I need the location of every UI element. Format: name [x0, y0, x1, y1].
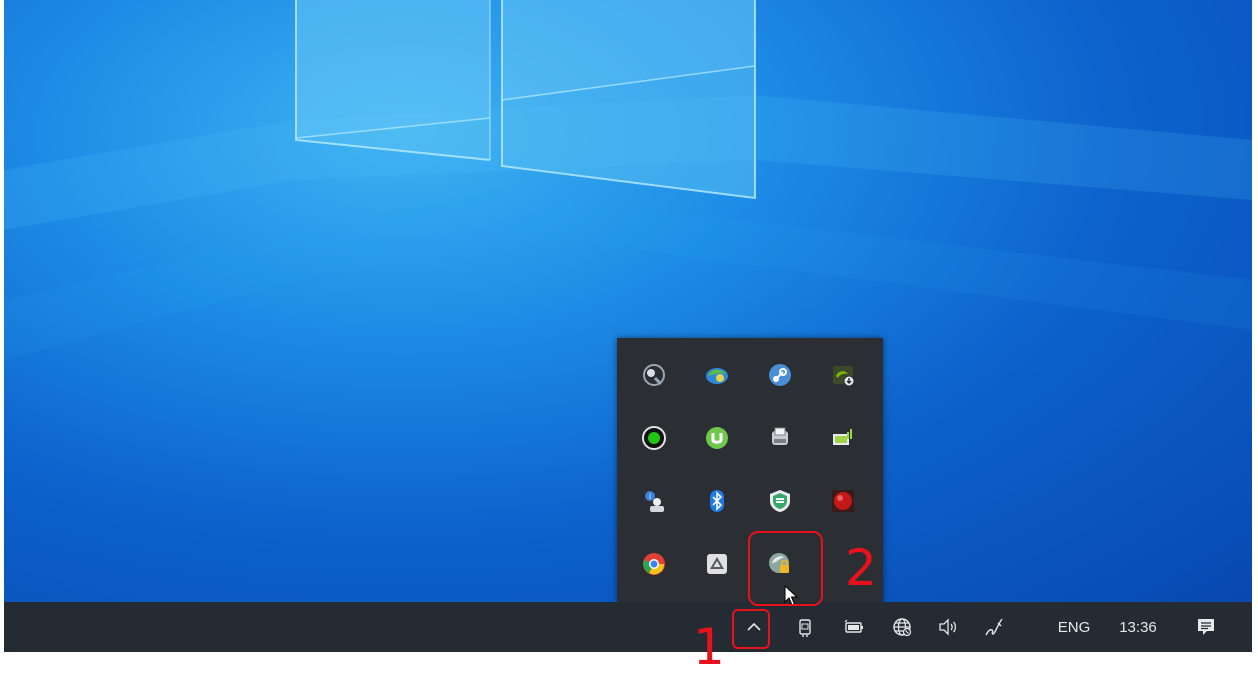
volume-button[interactable] [930, 602, 966, 652]
google-drive-tray-icon[interactable] [692, 539, 742, 589]
tablet-mode-icon [799, 619, 811, 637]
taskbar: ENG 13:36 [4, 602, 1252, 652]
network-globe-icon [893, 618, 912, 637]
annotation-label-2: 2 [845, 539, 877, 597]
network-button[interactable] [884, 602, 920, 652]
svg-text:i: i [649, 492, 651, 501]
utorrent-tray-icon[interactable] [692, 413, 742, 463]
battery-icon [844, 619, 863, 633]
annotation-label-1: 1 [693, 618, 725, 676]
nvidia-tray-icon[interactable] [818, 350, 868, 400]
chrome-tray-icon[interactable] [629, 539, 679, 589]
input-language-button[interactable]: ENG [1048, 602, 1100, 652]
green-circle-tray-icon[interactable] [629, 413, 679, 463]
notification-center-icon [1198, 619, 1214, 635]
bluetooth-tray-icon[interactable] [692, 476, 742, 526]
display-tray-icon[interactable] [818, 413, 868, 463]
speaker-tray-icon[interactable] [629, 350, 679, 400]
tablet-mode-button[interactable] [788, 602, 822, 652]
action-center-button[interactable] [1188, 602, 1224, 652]
volume-icon [939, 618, 957, 636]
security-shield-tray-icon[interactable] [755, 476, 805, 526]
annotation-box-1 [732, 609, 770, 649]
red-app-tray-icon[interactable] [818, 476, 868, 526]
clock-time: 13:36 [1119, 618, 1157, 636]
printer-tray-icon[interactable] [755, 413, 805, 463]
battery-button[interactable] [836, 602, 872, 652]
network-globe-tray-icon[interactable] [692, 350, 742, 400]
pen-icon [985, 618, 1003, 636]
clock-button[interactable]: 13:36 [1108, 602, 1168, 652]
info-user-tray-icon[interactable]: i [629, 476, 679, 526]
language-indicator: ENG [1057, 618, 1091, 636]
steam-tray-icon[interactable] [755, 350, 805, 400]
pen-workspace-button[interactable] [976, 602, 1012, 652]
annotation-box-2 [748, 531, 823, 606]
